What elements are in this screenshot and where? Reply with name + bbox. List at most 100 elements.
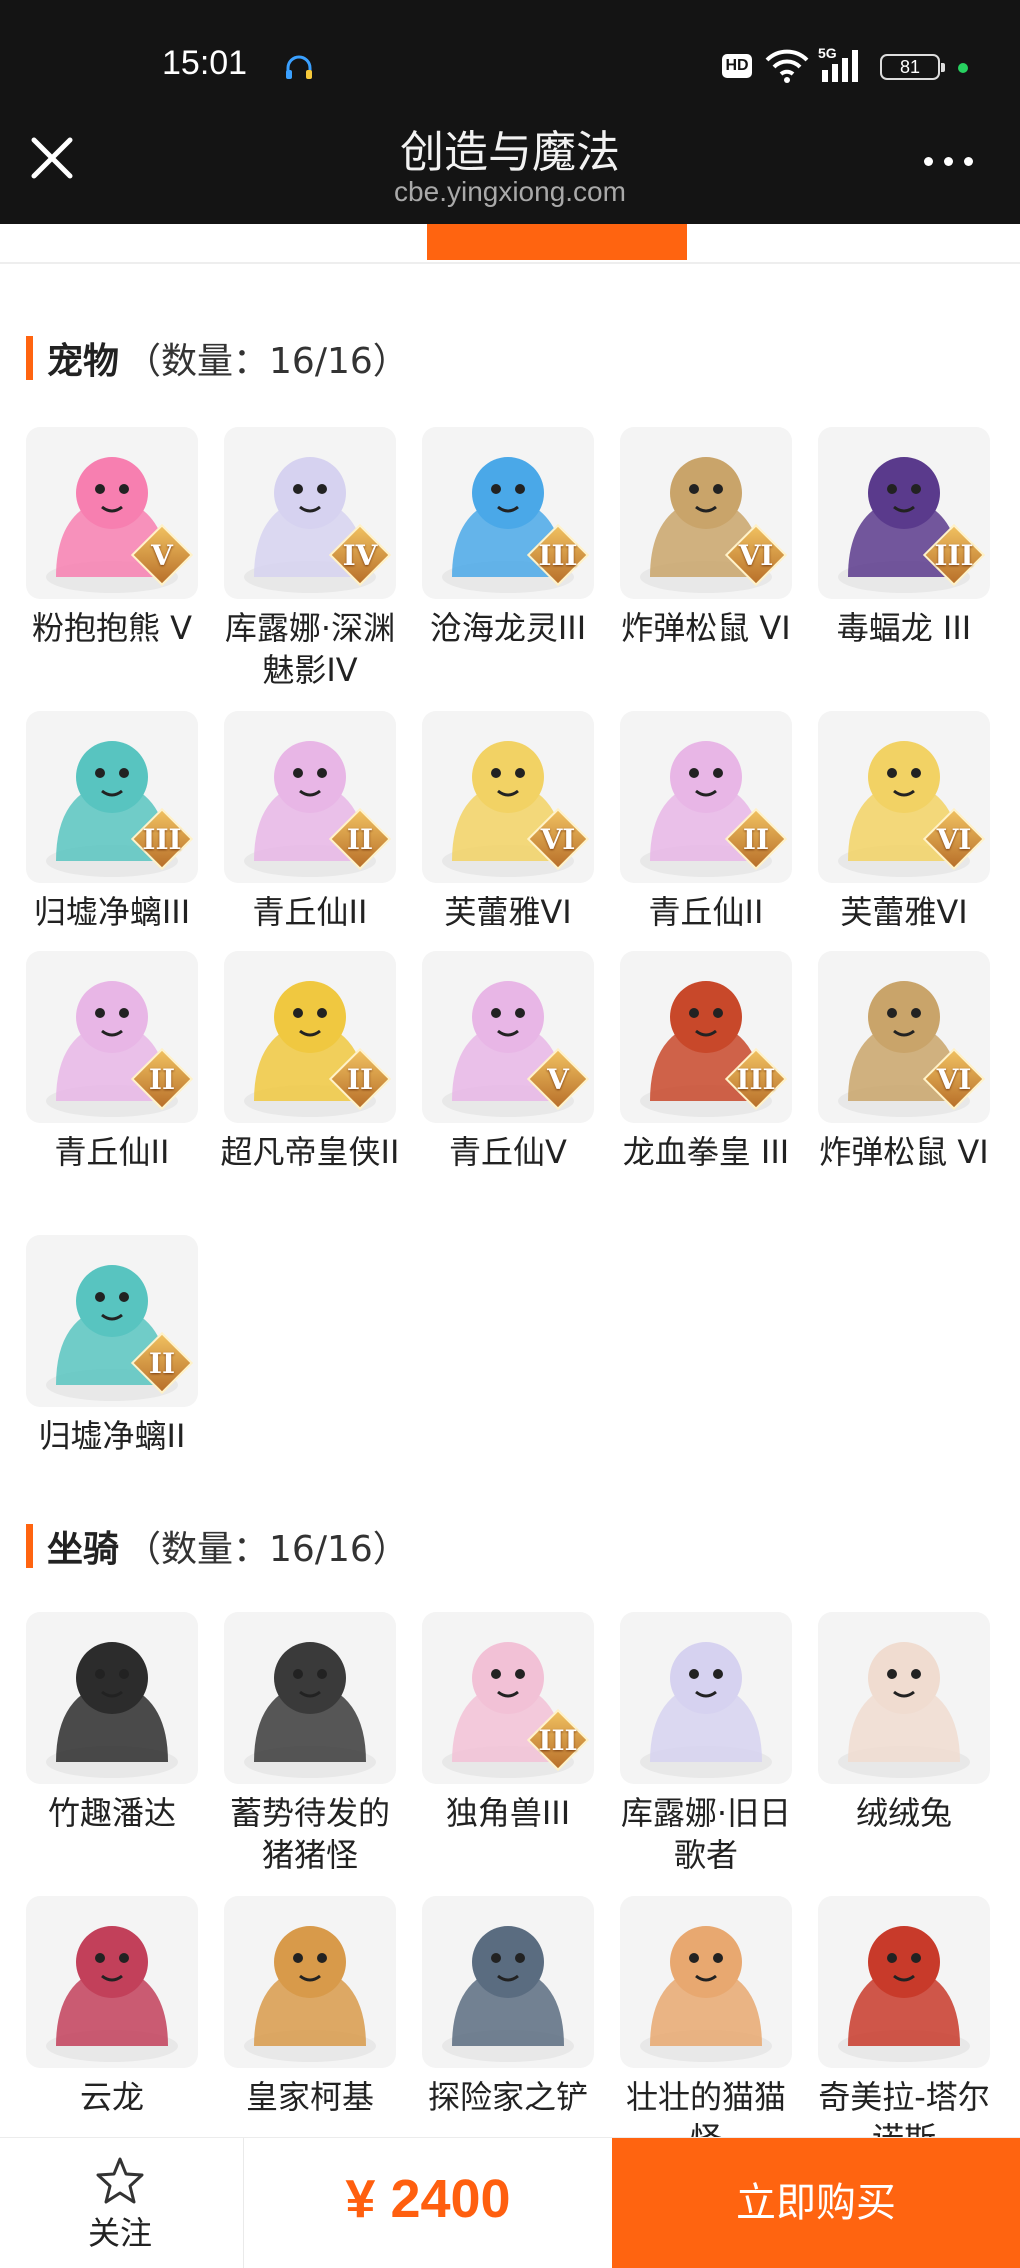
mount-artwork	[838, 1642, 970, 1778]
mount-artwork	[442, 1926, 574, 2062]
mount-name: 库露娜·旧日歌者	[620, 1794, 792, 1874]
pet-name: 芙蕾雅VI	[840, 893, 968, 931]
pet-name: 归墟净螭II	[38, 1417, 186, 1455]
pet-item[interactable]: V 粉抱抱熊 V	[26, 427, 198, 649]
tier-label: VI	[738, 539, 774, 572]
mount-name: 竹趣潘达	[47, 1794, 176, 1832]
mount-item[interactable]: 壮壮的猫猫怪	[620, 1896, 792, 2160]
tier-label: III	[538, 539, 578, 572]
section-accent-bar	[26, 336, 33, 380]
follow-label: 关注	[87, 2214, 152, 2252]
mount-item[interactable]: 探险家之铲	[422, 1896, 594, 2118]
pets-count: （数量：16/16）	[125, 341, 409, 382]
tier-label: V	[151, 539, 173, 572]
pet-item[interactable]: VI 炸弹松鼠 VI	[818, 951, 990, 1173]
follow-button[interactable]: 关注	[60, 2156, 180, 2256]
pet-name: 炸弹松鼠 VI	[621, 609, 791, 647]
mount-thumbnail	[224, 1896, 396, 2068]
tier-label: VI	[540, 823, 576, 856]
pet-thumbnail: VI	[620, 427, 792, 599]
pet-item[interactable]: III 归墟净螭III	[26, 711, 198, 933]
pet-thumbnail: II	[26, 1235, 198, 1407]
tier-label: VI	[936, 823, 972, 856]
headset-icon	[286, 55, 312, 79]
mount-item[interactable]: 皇家柯基	[224, 1896, 396, 2118]
pet-name: 超凡帝皇侠II	[220, 1133, 400, 1171]
price-label: ¥ 2400	[345, 2169, 511, 2229]
pet-name: 芙蕾雅VI	[444, 893, 572, 931]
mount-name: 独角兽III	[445, 1794, 571, 1832]
mounts-section-header: 坐骑 （数量：16/16）	[26, 1522, 409, 1570]
pets-section-header: 宠物 （数量：16/16）	[26, 334, 409, 382]
pet-item[interactable]: VI 炸弹松鼠 VI	[620, 427, 792, 649]
hd-badge: HD	[722, 54, 752, 78]
mount-thumbnail	[620, 1612, 792, 1784]
pet-name: 青丘仙V	[449, 1133, 567, 1171]
pet-thumbnail: V	[422, 951, 594, 1123]
mount-artwork	[640, 1926, 772, 2062]
tier-label: III	[736, 1063, 776, 1096]
pet-thumbnail: VI	[818, 951, 990, 1123]
tier-label: II	[346, 1063, 374, 1096]
tier-label: II	[346, 823, 374, 856]
mount-thumbnail: III	[422, 1612, 594, 1784]
pet-name: 青丘仙II	[648, 893, 764, 931]
mount-thumbnail	[818, 1896, 990, 2068]
mount-name: 云龙	[79, 2078, 144, 2116]
pet-item[interactable]: II 青丘仙II	[26, 951, 198, 1173]
mount-item[interactable]: III 独角兽III	[422, 1612, 594, 1834]
pet-name: 炸弹松鼠 VI	[819, 1133, 989, 1171]
pet-item[interactable]: II 青丘仙II	[224, 711, 396, 933]
pet-item[interactable]: III 沧海龙灵III	[422, 427, 594, 649]
tier-label: VI	[936, 1063, 972, 1096]
mount-item[interactable]: 蓄势待发的猪猪怪	[224, 1612, 396, 1876]
mount-artwork	[640, 1642, 772, 1778]
pet-name: 青丘仙II	[252, 893, 368, 931]
mount-item[interactable]: 奇美拉-塔尔诺斯	[818, 1896, 990, 2160]
more-icon[interactable]	[920, 146, 980, 176]
mount-item[interactable]: 库露娜·旧日歌者	[620, 1612, 792, 1876]
signal-icon: 5G	[818, 45, 858, 82]
mount-thumbnail	[224, 1612, 396, 1784]
pet-item[interactable]: II 青丘仙II	[620, 711, 792, 933]
svg-text:5G: 5G	[818, 45, 837, 61]
tier-label: II	[148, 1347, 176, 1380]
mount-item[interactable]: 绒绒兔	[818, 1612, 990, 1834]
pet-item[interactable]: VI 芙蕾雅VI	[818, 711, 990, 933]
top-bar: 15:01 HD 5G 81 创造与魔法 cbe.yingxiong.com	[0, 0, 1020, 224]
star-icon	[96, 2157, 144, 2204]
bottom-bar: 关注 ¥ 2400 立即购买	[0, 2137, 1020, 2268]
mounts-count: （数量：16/16）	[125, 1529, 409, 1570]
mount-thumbnail	[620, 1896, 792, 2068]
pet-name: 粉抱抱熊 V	[31, 609, 193, 647]
tier-label: III	[538, 1724, 578, 1757]
pet-item[interactable]: III 龙血拳皇 III	[620, 951, 792, 1173]
mount-thumbnail	[26, 1896, 198, 2068]
mounts-title: 坐骑	[47, 1529, 120, 1570]
mount-name: 蓄势待发的猪猪怪	[229, 1794, 390, 1874]
pet-item[interactable]: VI 芙蕾雅VI	[422, 711, 594, 933]
pet-thumbnail: IV	[224, 427, 396, 599]
mount-name: 绒绒兔	[855, 1794, 952, 1832]
buy-now-button[interactable]: 立即购买	[612, 2138, 1020, 2268]
privacy-dot	[958, 63, 968, 73]
pet-thumbnail: II	[26, 951, 198, 1123]
pet-item[interactable]: II 归墟净螭II	[26, 1235, 198, 1457]
pet-thumbnail: III	[818, 427, 990, 599]
mount-name: 皇家柯基	[245, 2078, 374, 2116]
mount-artwork	[244, 1642, 376, 1778]
tier-label: II	[742, 823, 770, 856]
pet-item[interactable]: III 毒蝠龙 III	[818, 427, 990, 649]
pet-thumbnail: VI	[422, 711, 594, 883]
mount-item[interactable]: 云龙	[26, 1896, 198, 2118]
pet-name: 毒蝠龙 III	[836, 609, 972, 647]
pet-thumbnail: V	[26, 427, 198, 599]
pet-item[interactable]: IV 库露娜·深渊魅影IV	[224, 427, 396, 691]
pet-item[interactable]: V 青丘仙V	[422, 951, 594, 1173]
mount-item[interactable]: 竹趣潘达	[26, 1612, 198, 1834]
pet-name: 龙血拳皇 III	[622, 1133, 790, 1171]
status-time: 15:01	[162, 44, 248, 82]
pet-item[interactable]: II 超凡帝皇侠II	[221, 951, 399, 1173]
pet-thumbnail: III	[26, 711, 198, 883]
mount-artwork	[46, 1642, 178, 1778]
